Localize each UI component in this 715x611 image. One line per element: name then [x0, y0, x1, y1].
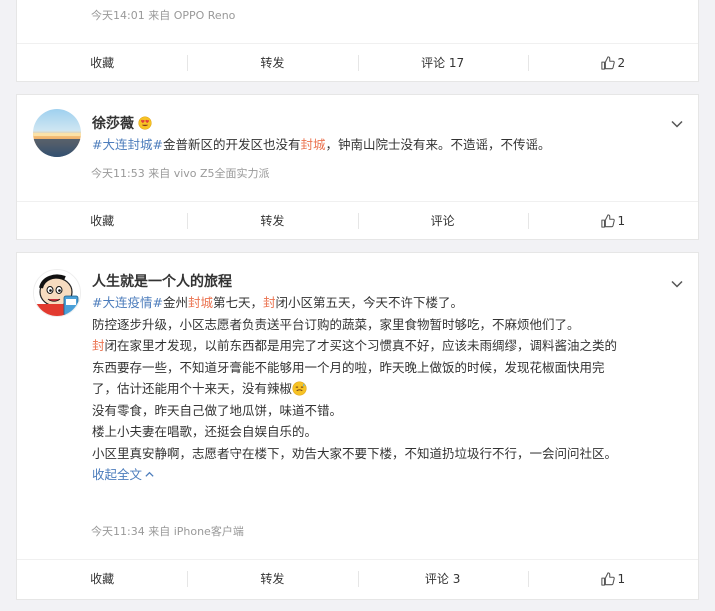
post-card-1: 今天14:01 来自 OPPO Reno 收藏 转发 评论 17 2: [16, 0, 699, 82]
author-name-text: 徐莎薇: [92, 116, 134, 132]
chevron-down-icon[interactable]: [670, 277, 684, 291]
comment-label: 评论 3: [424, 572, 461, 586]
favorite-button[interactable]: 收藏: [17, 202, 187, 239]
repost-button[interactable]: 转发: [187, 44, 357, 81]
post-text-segment: 闭在家里才发现，以前东西都是用完了才买这个习惯真不好，应该未雨绸缪，调料酱油之类…: [104, 338, 618, 353]
repost-button[interactable]: 转发: [187, 202, 357, 239]
repost-label: 转发: [260, 56, 285, 70]
comment-button[interactable]: 评论 17: [357, 44, 528, 81]
topic-tag-text: #大连封城#: [92, 137, 163, 152]
favorite-label: 收藏: [90, 56, 115, 70]
like-count: 2: [617, 55, 626, 70]
collapse-text-label: 收起全文: [92, 467, 143, 482]
topic-tag[interactable]: #大连封城#: [92, 137, 163, 152]
keyword-highlight: 封: [263, 295, 276, 310]
post-text-segment: 金普新区的开发区也没有: [162, 137, 301, 152]
topic-tag-text: #大连疫情#: [92, 295, 163, 310]
post-card-2: 徐莎薇 #大连封城#金普新区的开发区也没有封城，钟南山院士没有来。不造谣，不传谣…: [16, 94, 699, 240]
repost-label: 转发: [260, 572, 285, 586]
favorite-button[interactable]: 收藏: [17, 44, 187, 81]
post-actions-bar: 收藏 转发 评论 1: [17, 201, 698, 239]
avatar[interactable]: [33, 109, 81, 157]
comment-label: 评论 17: [421, 56, 465, 70]
favorite-label: 收藏: [90, 214, 115, 228]
post-actions-bar: 收藏 转发 评论 17 2: [17, 43, 698, 81]
sweat-smile-emoji-icon: [292, 381, 307, 396]
topic-tag[interactable]: #大连疫情#: [92, 295, 163, 310]
post-text-line: 没有零食，昨天自己做了地瓜饼，味道不错。: [92, 402, 343, 418]
heart-eyes-emoji-icon: [138, 116, 152, 130]
thumbs-up-icon: [600, 571, 615, 586]
chevron-up-icon: [144, 465, 155, 487]
post-meta: 今天11:34 来自 iPhone客户端: [91, 525, 244, 538]
post-actions-bar: 收藏 转发 评论 3 1: [17, 559, 698, 597]
post-text-line: 楼上小夫妻在唱歌，还挺会自娱自乐的。: [92, 424, 318, 439]
thumbs-up-icon: [600, 213, 615, 228]
collapse-text-link[interactable]: 收起全文: [92, 467, 155, 482]
avatar[interactable]: [33, 269, 81, 317]
post-text-segment: 了，估计还能用个十来天，没有辣椒: [92, 381, 293, 396]
comment-label: 评论: [430, 214, 455, 228]
author-name[interactable]: 人生就是一个人的旅程: [92, 271, 232, 291]
repost-label: 转发: [260, 214, 285, 228]
like-button[interactable]: 2: [527, 44, 698, 81]
post-text: #大连疫情#金州封城第七天，封闭小区第五天，今天不许下楼了。 防控逐步升级，小区…: [92, 292, 692, 487]
favorite-label: 收藏: [90, 572, 115, 586]
post-meta: 今天11:53 来自 vivo Z5全面实力派: [91, 167, 270, 180]
comment-button[interactable]: 评论: [357, 202, 528, 239]
repost-button[interactable]: 转发: [187, 560, 357, 597]
post-text-line: 小区里真安静啊，志愿者守在楼下，劝告大家不要下楼，不知道扔垃圾行不行，一会问问社…: [92, 445, 618, 461]
post-text: #大连封城#金普新区的开发区也没有封城，钟南山院士没有来。不造谣，不传谣。: [92, 134, 692, 156]
post-text-segment: 第七天，: [212, 295, 263, 310]
keyword-highlight: 封城: [187, 295, 213, 310]
favorite-button[interactable]: 收藏: [17, 560, 187, 597]
like-count: 1: [617, 571, 626, 586]
chevron-down-icon[interactable]: [670, 117, 684, 131]
post-text-line: 防控逐步升级，小区志愿者负责送平台订购的蔬菜，家里食物暂时够吃，不麻烦他们了。: [92, 316, 580, 332]
post-text-segment: ，钟南山院士没有来。不造谣，不传谣。: [325, 137, 551, 152]
post-text-segment: 闭小区第五天，今天不许下楼了。: [275, 295, 464, 310]
keyword-highlight: 封城: [300, 137, 326, 152]
comment-button[interactable]: 评论 3: [357, 560, 528, 597]
author-name[interactable]: 徐莎薇: [92, 113, 152, 133]
thumbs-up-icon: [600, 55, 615, 70]
keyword-highlight: 封: [92, 338, 105, 353]
post-meta: 今天14:01 来自 OPPO Reno: [91, 9, 236, 22]
post-text-line: 东西要存一些，不知道牙膏能不能够用一个月的啦，昨天晚上做饭的时候，发现花椒面快用…: [92, 359, 605, 375]
post-card-3: 人生就是一个人的旅程 #大连疫情#金州封城第七天，封闭小区第五天，今天不许下楼了…: [16, 252, 699, 600]
like-button[interactable]: 1: [527, 560, 698, 597]
like-button[interactable]: 1: [527, 202, 698, 239]
post-text-segment: 金州: [162, 295, 188, 310]
like-count: 1: [617, 213, 626, 228]
